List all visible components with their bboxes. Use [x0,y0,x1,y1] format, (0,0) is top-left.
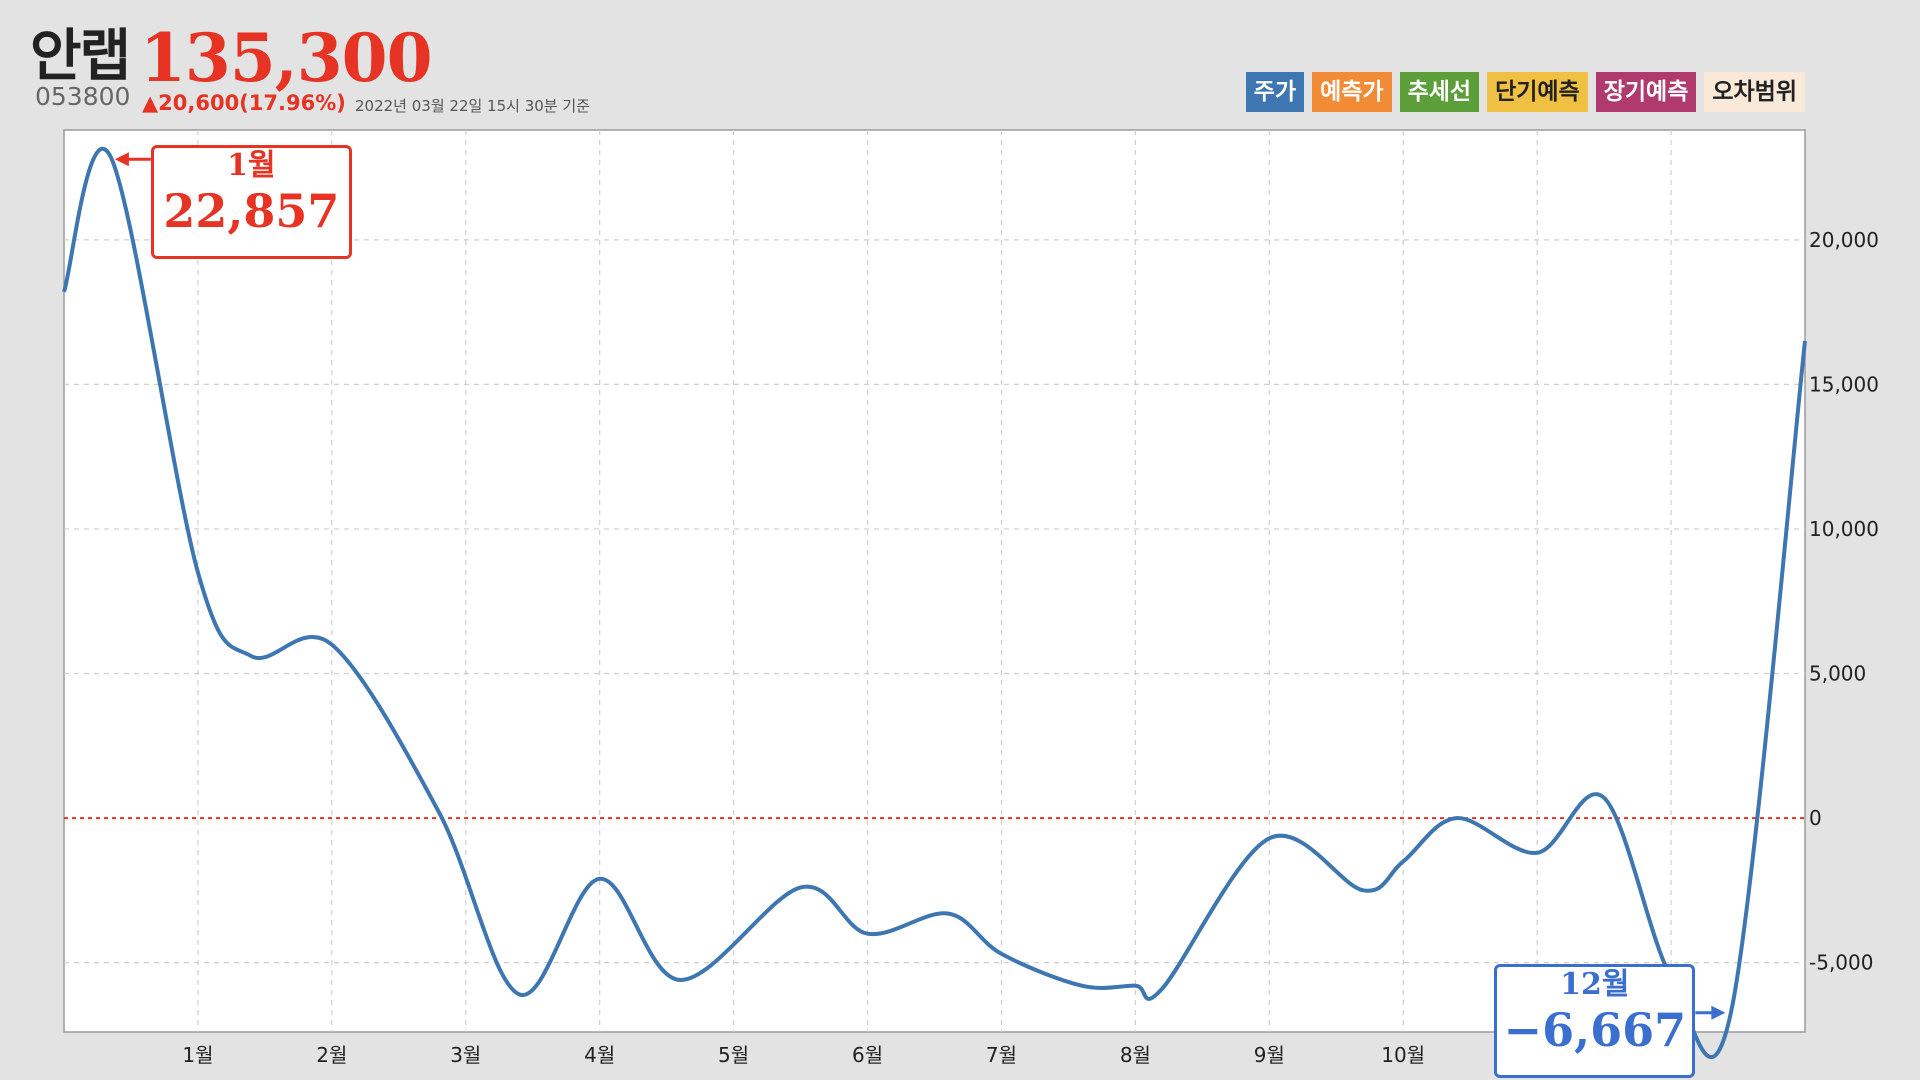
min-callout-month: 12월 [1560,966,1630,1002]
y-tick-label: 10,000 [1809,517,1879,541]
y-axis-ticks: -5,000 0 5,000 10,000 15,000 20,000 [1809,228,1879,975]
x-tick-label: 9월 [1254,1043,1285,1067]
y-tick-label: 15,000 [1809,372,1879,396]
y-tick-label: 20,000 [1809,228,1879,252]
chart-root: 안랩 135,300 053800 ▲20,600(17.96%) 2022년 … [0,0,1920,1080]
y-tick-label: -5,000 [1809,951,1873,975]
x-tick-label: 3월 [450,1043,481,1067]
max-callout-month: 1월 [227,148,276,184]
y-tick-label: 5,000 [1809,662,1866,686]
min-callout: 12월 −6,667 [1494,963,1696,1078]
min-callout-value: −6,667 [1503,1002,1687,1057]
x-tick-label: 4월 [584,1043,615,1067]
max-callout-value: 22,857 [163,184,340,239]
x-tick-label: 6월 [852,1043,883,1067]
y-tick-label: 0 [1809,806,1822,830]
x-axis-ticks: 1월2월3월4월5월6월7월8월9월10월11월12월 [182,1043,1693,1067]
x-tick-label: 2월 [316,1043,347,1067]
max-callout: 1월 22,857 [150,145,352,260]
x-tick-label: 10월 [1381,1043,1425,1067]
x-tick-label: 8월 [1120,1043,1151,1067]
plot-area [63,129,1806,1033]
x-tick-label: 7월 [986,1043,1017,1067]
x-tick-label: 5월 [718,1043,749,1067]
x-tick-label: 1월 [182,1043,213,1067]
